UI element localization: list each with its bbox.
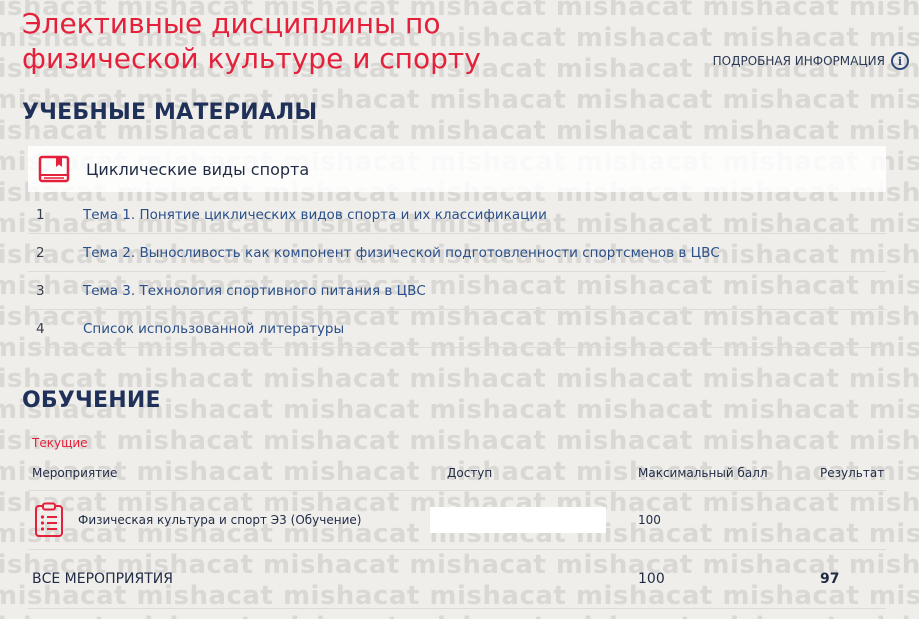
course-card: Циклические виды спорта xyxy=(28,146,886,192)
list-item: 4 Список использованной литературы xyxy=(28,310,886,348)
material-link[interactable]: Список использованной литературы xyxy=(83,321,344,337)
total-label: ВСЕ МЕРОПРИЯТИЯ xyxy=(32,571,173,587)
list-item: 3 Тема 3. Технология спортивного питания… xyxy=(28,272,886,310)
event-name[interactable]: Физическая культура и спорт Э3 (Обучение… xyxy=(78,513,361,527)
table-header: Мероприятие Доступ Максимальный балл Рез… xyxy=(28,456,886,491)
more-info-link[interactable]: ПОДРОБНАЯ ИНФОРМАЦИЯ i xyxy=(713,52,909,70)
table-row[interactable]: Физическая культура и спорт Э3 (Обучение… xyxy=(28,491,886,550)
max-score-cell: 100 xyxy=(638,513,661,527)
item-number: 4 xyxy=(36,320,45,337)
col-result: Результат xyxy=(820,466,885,480)
col-access: Доступ xyxy=(447,466,493,480)
page-title: Элективные дисциплины по физической куль… xyxy=(22,7,481,75)
book-icon xyxy=(38,155,70,183)
col-max-score: Максимальный балл xyxy=(638,466,768,480)
tab-current[interactable]: Текущие xyxy=(32,436,88,450)
more-info-label: ПОДРОБНАЯ ИНФОРМАЦИЯ xyxy=(712,54,885,68)
access-cell xyxy=(430,507,606,533)
item-number: 1 xyxy=(36,206,45,223)
table-total-row: ВСЕ МЕРОПРИЯТИЯ 100 97 xyxy=(28,550,886,609)
clipboard-icon xyxy=(35,502,63,537)
material-link[interactable]: Тема 2. Выносливость как компонент физич… xyxy=(83,245,720,261)
materials-list: 1 Тема 1. Понятие циклических видов спор… xyxy=(28,196,886,348)
material-link[interactable]: Тема 1. Понятие циклических видов спорта… xyxy=(83,207,547,223)
total-result: 97 xyxy=(820,571,840,587)
info-icon: i xyxy=(891,52,909,70)
materials-section-title: УЧЕБНЫЕ МАТЕРИАЛЫ xyxy=(22,100,318,125)
material-link[interactable]: Тема 3. Технология спортивного питания в… xyxy=(83,283,426,299)
list-item: 2 Тема 2. Выносливость как компонент физ… xyxy=(28,234,886,272)
item-number: 2 xyxy=(36,244,45,261)
course-name: Циклические виды спорта xyxy=(86,159,310,179)
events-table: Мероприятие Доступ Максимальный балл Рез… xyxy=(28,456,886,609)
item-number: 3 xyxy=(36,282,45,299)
learning-section-title: ОБУЧЕНИЕ xyxy=(22,388,161,413)
col-event: Мероприятие xyxy=(32,466,118,480)
total-max-score: 100 xyxy=(638,571,665,587)
list-item: 1 Тема 1. Понятие циклических видов спор… xyxy=(28,196,886,234)
